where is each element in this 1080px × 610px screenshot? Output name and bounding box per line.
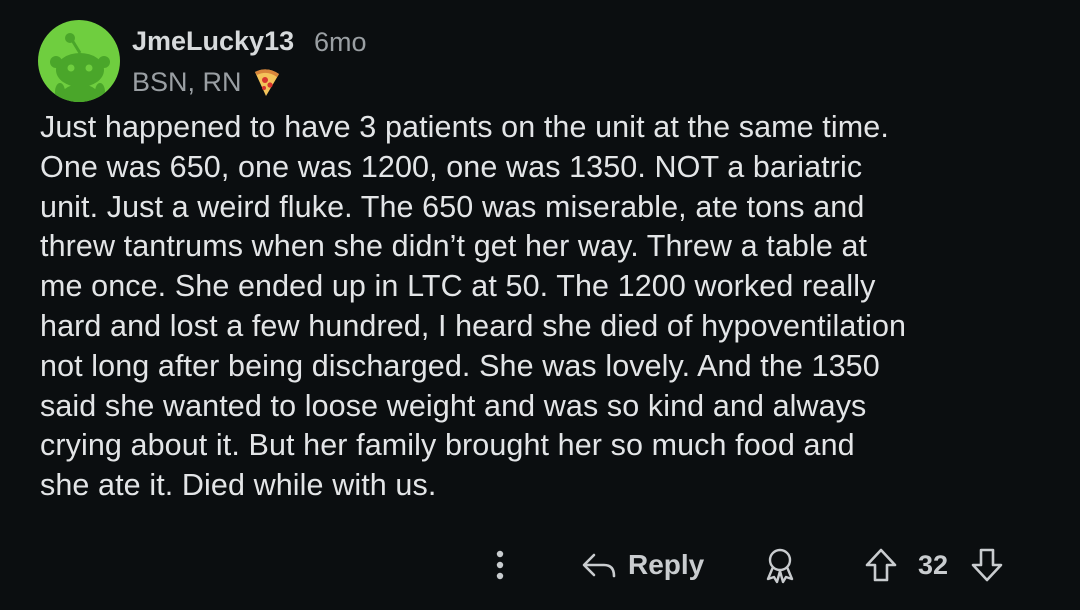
reply-button[interactable]: Reply xyxy=(580,540,704,590)
reply-label: Reply xyxy=(628,549,705,580)
reply-arrow-icon xyxy=(582,553,616,578)
snoo-avatar-icon xyxy=(50,33,110,102)
username[interactable]: JmeLucky13 xyxy=(132,26,294,57)
avatar[interactable] xyxy=(38,20,120,102)
more-options-button[interactable] xyxy=(487,540,513,590)
comment-actions: Reply 32 xyxy=(0,540,1080,590)
more-vertical-icon xyxy=(496,550,504,580)
pizza-slice-icon xyxy=(252,66,282,98)
comment: JmeLucky13 6mo BSN, RN Just happened to … xyxy=(0,0,1080,610)
comment-age: 6mo xyxy=(314,27,367,57)
vote-score: 32 xyxy=(918,549,949,580)
downvote-arrow-icon xyxy=(971,548,1003,582)
award-icon xyxy=(766,548,794,584)
award-button[interactable] xyxy=(760,540,800,590)
upvote-button[interactable] xyxy=(864,540,898,590)
flair-text: BSN, RN xyxy=(132,66,242,97)
comment-body: Just happened to have 3 patients on the … xyxy=(40,110,907,503)
user-flair: BSN, RN xyxy=(132,66,282,98)
downvote-button[interactable] xyxy=(970,540,1004,590)
upvote-arrow-icon xyxy=(865,548,897,582)
